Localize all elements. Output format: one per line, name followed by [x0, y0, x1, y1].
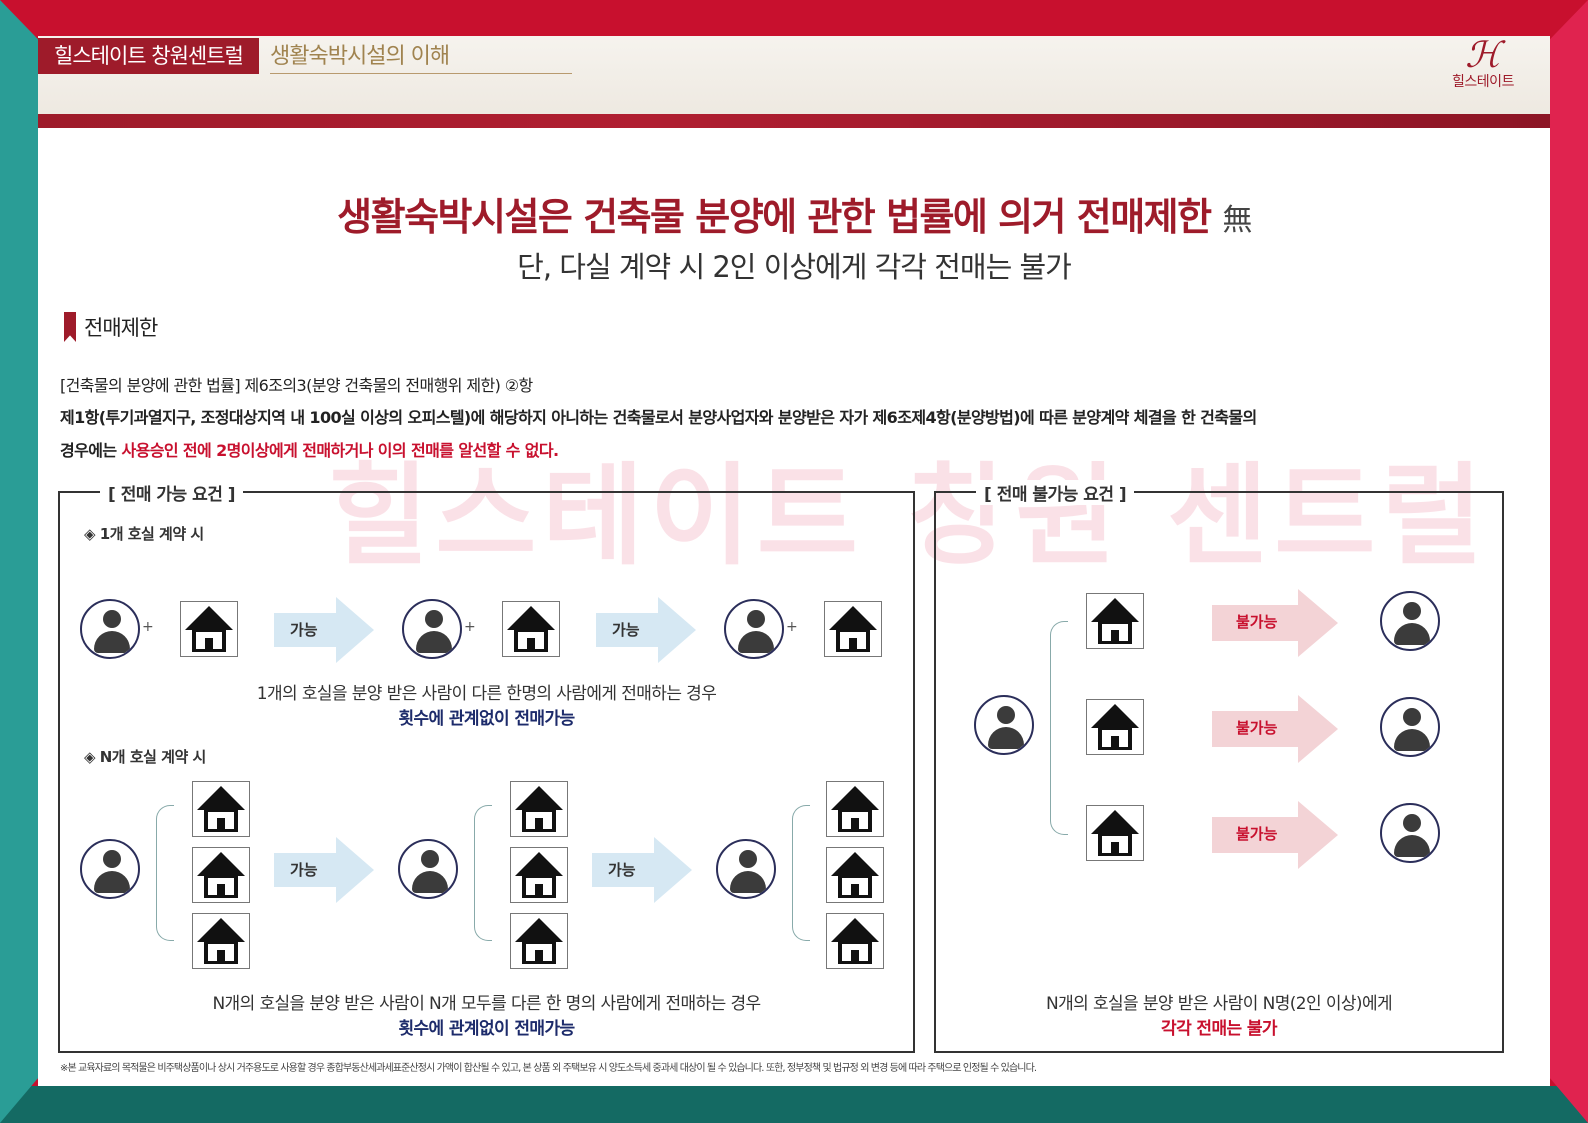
- law-reference: [건축물의 분양에 관한 법률] 제6조의3(분양 건축물의 전매행위 제한) …: [60, 376, 533, 395]
- header-band: [38, 114, 1550, 128]
- possible-arrow: 가능: [592, 837, 692, 903]
- impossible-caption: N개의 호실을 분양 받은 사람이 N명(2인 이상)에게 각각 전매는 불가: [936, 989, 1502, 1039]
- law-body-emphasis: 사용승인 전에 2명이상에게 전매하거나 이의 전매를 알선할 수 없다.: [121, 441, 559, 460]
- house-icon: [192, 913, 250, 969]
- impossible-arrow-label: 불가능: [1236, 719, 1278, 737]
- brand-tab: 힐스테이트 창원센트럴: [38, 38, 259, 74]
- house-icon: [180, 601, 238, 657]
- house-icon: [192, 847, 250, 903]
- house-icon: [826, 847, 884, 903]
- possible-arrow-label: 가능: [608, 861, 636, 879]
- resale-possible-title: [ 전매 가능 요건 ]: [100, 480, 244, 505]
- person-icon: [974, 695, 1034, 755]
- resale-impossible-box: [ 전매 불가능 요건 ] 불가능 불가능 불가능 N개의 호실을 분양 받은 …: [934, 480, 1504, 1053]
- impossible-arrow: 불가능: [1212, 695, 1338, 763]
- bracket-line: [1050, 621, 1068, 835]
- person-icon: [1380, 697, 1440, 757]
- single-unit-caption: 1개의 호실을 분양 받은 사람이 다른 한명의 사람에게 전매하는 경우 횟수…: [60, 679, 913, 729]
- frame-left-border: [0, 0, 38, 1123]
- house-icon: [826, 913, 884, 969]
- house-icon: [510, 781, 568, 837]
- headline-mark: 無: [1222, 203, 1252, 238]
- logo-text: 힐스테이트: [1452, 74, 1514, 90]
- house-icon: [824, 601, 882, 657]
- hillstate-logo: ℋ 힐스테이트: [1438, 38, 1528, 94]
- house-icon: [502, 601, 560, 657]
- multi-unit-caption: N개의 호실을 분양 받은 사람이 N개 모두를 다른 한 명의 사람에게 전매…: [60, 989, 913, 1039]
- person-icon: [716, 839, 776, 899]
- bracket-line: [156, 805, 174, 941]
- impossible-arrow: 불가능: [1212, 801, 1338, 869]
- impossible-arrow-label: 불가능: [1236, 613, 1278, 631]
- house-icon: [510, 847, 568, 903]
- section-heading: 전매제한: [84, 316, 158, 340]
- house-icon: [1086, 699, 1144, 755]
- impossible-arrow: 불가능: [1212, 589, 1338, 657]
- person-icon: [80, 839, 140, 899]
- single-unit-caption-emphasis: 횟수에 관계없이 전매가능: [398, 709, 575, 729]
- headline-main-text: 생활숙박시설은 건축물 분양에 관한 법률에 의거 전매제한: [337, 195, 1212, 239]
- possible-arrow: 가능: [274, 597, 374, 663]
- bracket-line: [474, 805, 492, 941]
- frame-top-border: [0, 0, 1588, 36]
- house-icon: [1086, 593, 1144, 649]
- resale-possible-box: [ 전매 가능 요건 ] ◈ 1개 호실 계약 시 + 가능 + 가능 + 1개…: [58, 480, 915, 1053]
- disclaimer-footnote: ※본 교육자료의 목적물은 비주택상품이나 상시 거주용도로 사용할 경우 종합…: [60, 1063, 1037, 1074]
- house-icon: [1086, 805, 1144, 861]
- person-icon: [724, 599, 784, 659]
- resale-impossible-title: [ 전매 불가능 요건 ]: [976, 480, 1135, 505]
- possible-arrow-label: 가능: [612, 621, 640, 639]
- person-icon: [1380, 803, 1440, 863]
- impossible-arrow-label: 불가능: [1236, 825, 1278, 843]
- law-body-line1: 제1항(투기과열지구, 조정대상지역 내 100실 이상의 오피스텔)에 해당하…: [60, 408, 1257, 427]
- plus-sign: +: [142, 619, 154, 635]
- bookmark-icon: [64, 312, 76, 342]
- frame-right-border: [1550, 0, 1588, 1123]
- frame-bottom-border: [0, 1086, 1588, 1123]
- plus-sign: +: [786, 619, 798, 635]
- house-icon: [192, 781, 250, 837]
- plus-sign: +: [464, 619, 476, 635]
- multi-unit-label: ◈ N개 호실 계약 시: [84, 748, 206, 766]
- bracket-line: [792, 805, 810, 941]
- possible-arrow-label: 가능: [290, 861, 318, 879]
- impossible-caption-emphasis: 각각 전매는 불가: [1161, 1019, 1278, 1039]
- possible-arrow: 가능: [274, 837, 374, 903]
- person-icon: [402, 599, 462, 659]
- person-icon: [80, 599, 140, 659]
- multi-unit-caption-emphasis: 횟수에 관계없이 전매가능: [398, 1019, 575, 1039]
- law-body-line2: 경우에는 사용승인 전에 2명이상에게 전매하거나 이의 전매를 알선할 수 없…: [60, 437, 559, 461]
- slide-page: 힐스테이트 창원센트럴 생활숙박시설의 이해 ℋ 힐스테이트 생활숙박시설은 건…: [38, 36, 1550, 1086]
- single-unit-label: ◈ 1개 호실 계약 시: [84, 525, 204, 543]
- multi-unit-caption-text: N개의 호실을 분양 받은 사람이 N개 모두를 다른 한 명의 사람에게 전매…: [212, 994, 761, 1014]
- headline-main: 생활숙박시설은 건축물 분양에 관한 법률에 의거 전매제한 無: [38, 186, 1550, 241]
- slide-header: 힐스테이트 창원센트럴 생활숙박시설의 이해 ℋ 힐스테이트: [38, 36, 1550, 114]
- person-icon: [398, 839, 458, 899]
- person-icon: [1380, 591, 1440, 651]
- impossible-caption-text: N개의 호실을 분양 받은 사람이 N명(2인 이상)에게: [1045, 994, 1393, 1014]
- law-body-prefix: 경우에는: [60, 441, 122, 460]
- house-icon: [826, 781, 884, 837]
- section-tab: 생활숙박시설의 이해: [270, 40, 572, 74]
- possible-arrow: 가능: [596, 597, 696, 663]
- single-unit-caption-text: 1개의 호실을 분양 받은 사람이 다른 한명의 사람에게 전매하는 경우: [256, 684, 717, 704]
- hillstate-logo-mark-icon: ℋ: [1465, 36, 1501, 76]
- house-icon: [510, 913, 568, 969]
- headline-sub: 단, 다실 계약 시 2인 이상에게 각각 전매는 불가: [517, 250, 1072, 284]
- possible-arrow-label: 가능: [290, 621, 318, 639]
